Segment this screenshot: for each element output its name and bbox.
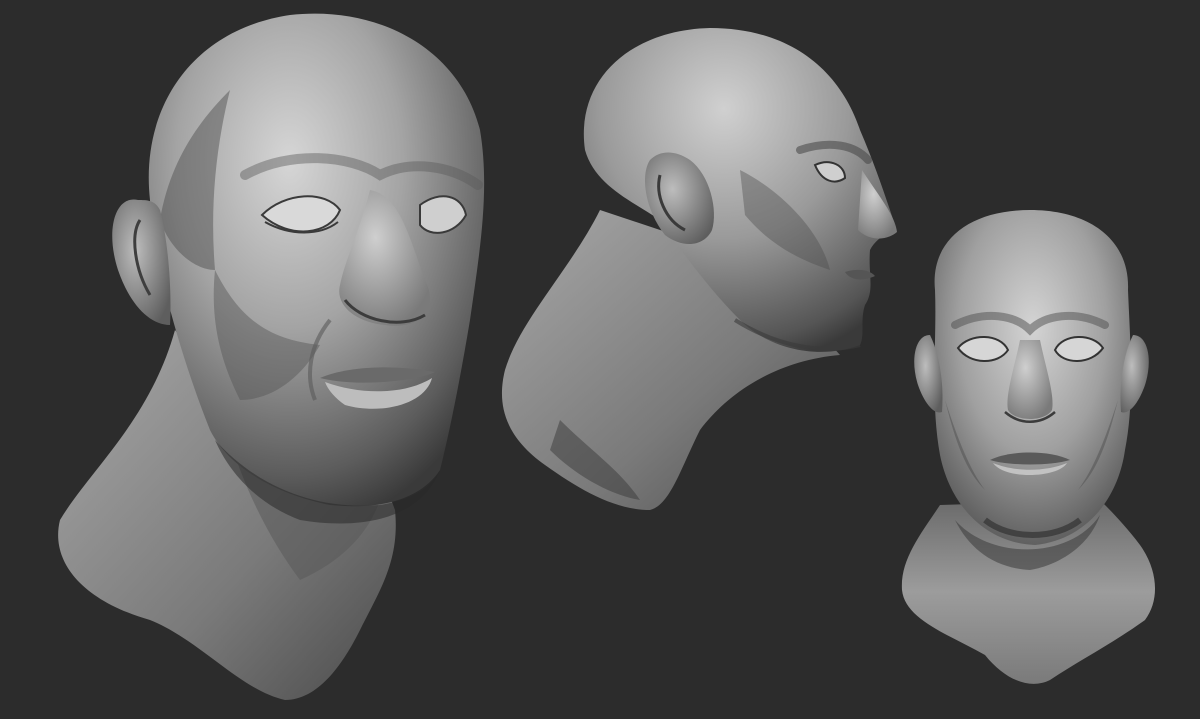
front-view-bust [901,210,1156,684]
render-canvas [0,0,1200,719]
sculpt-viewport [0,0,1200,719]
